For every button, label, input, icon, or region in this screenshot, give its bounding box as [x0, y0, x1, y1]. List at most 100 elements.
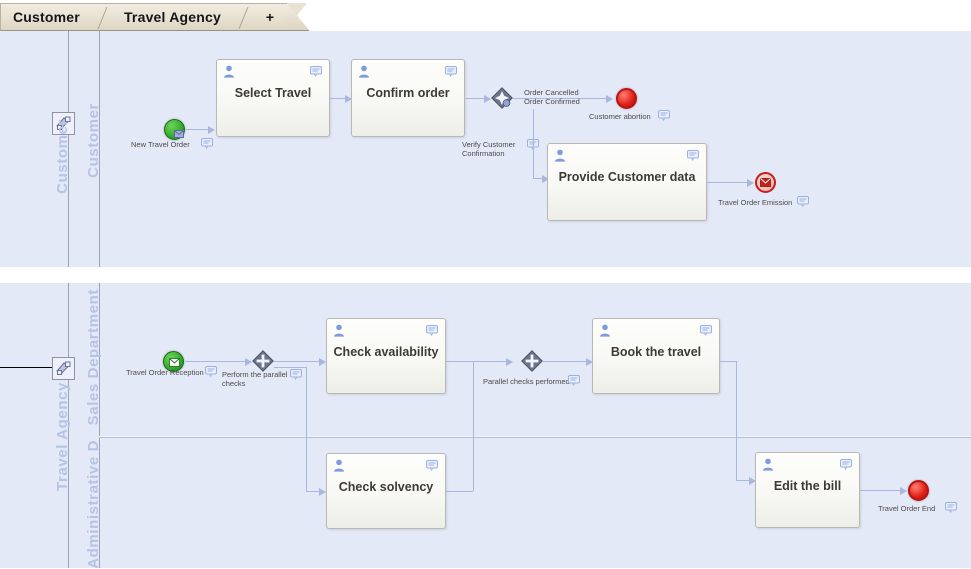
parallel-gateway-icon [521, 350, 543, 372]
message-start-marker [169, 358, 180, 367]
user-task-icon [600, 324, 610, 337]
tab-travel-agency[interactable]: Travel Agency [111, 3, 235, 31]
user-task-icon [359, 65, 369, 78]
flow-split-to-check-solvency-v [306, 367, 307, 491]
lane-administrative-department-label: Administrative D [85, 440, 102, 569]
user-task-icon [555, 149, 565, 162]
event-travel-order-emission-label: Travel Order Emission [718, 198, 793, 207]
flow-book-to-edit-v [736, 361, 737, 480]
add-tab-button[interactable]: + [252, 3, 287, 31]
gateway-parallel-checks-performed-label: Parallel checks performed [483, 377, 570, 386]
comment-icon[interactable] [568, 375, 580, 386]
task-provide-customer-data[interactable]: Provide Customer data [547, 143, 707, 221]
task-check-availability-label: Check availability [333, 345, 439, 359]
task-edit-the-bill[interactable]: Edit the bill [755, 452, 860, 528]
gateway-perform-the-parallel-checks-label: Perform the parallel checks [222, 370, 288, 389]
flow-join-to-book [543, 361, 591, 362]
message-end-marker [760, 178, 771, 187]
event-travel-order-end[interactable] [908, 480, 929, 501]
pool-icon-glyph [56, 361, 71, 375]
comment-icon[interactable] [797, 196, 809, 207]
flow-arrow [484, 95, 491, 103]
pool-customer[interactable]: Customer Customer New Travel Order Selec… [0, 31, 971, 267]
add-tab-label: + [265, 9, 275, 25]
event-travel-order-reception-label: Travel Order Reception [126, 368, 204, 377]
task-select-travel-label: Select Travel [234, 86, 312, 100]
task-select-travel[interactable]: Select Travel [216, 59, 330, 137]
event-new-travel-order-label: New Travel Order [131, 140, 190, 149]
comment-icon[interactable] [205, 366, 217, 377]
comment-icon[interactable] [658, 110, 670, 121]
task-edit-the-bill-label: Edit the bill [773, 479, 842, 493]
tab-bar: Customer Travel Agency + [0, 0, 971, 31]
comment-icon[interactable] [426, 460, 438, 471]
tab-strip-tail [286, 3, 309, 31]
comment-icon[interactable] [201, 138, 213, 149]
user-task-icon [224, 65, 234, 78]
tab-separator [93, 3, 112, 31]
event-based-gateway-icon [491, 87, 513, 109]
comment-icon[interactable] [687, 150, 699, 161]
event-customer-abortion[interactable] [616, 88, 637, 109]
comment-icon[interactable] [426, 325, 438, 336]
tab-customer[interactable]: Customer [0, 3, 94, 31]
flow-arrow [208, 126, 215, 134]
pool-travel-agency-label: Travel Agency [54, 382, 71, 491]
flow-label-order-confirmed: Order Confirmed [524, 97, 580, 106]
pool-collapse-icon[interactable] [52, 357, 75, 380]
gateway-verify-customer-confirmation[interactable] [491, 87, 513, 109]
comment-icon[interactable] [945, 502, 957, 513]
bpmn-editor: Customer Travel Agency + Customer Custom… [0, 0, 971, 569]
flow-solvency-to-join-v [473, 361, 474, 491]
comment-icon[interactable] [310, 66, 322, 77]
lane-sales-department-label: Sales Department [85, 289, 102, 426]
flow-reception-to-split [185, 361, 250, 362]
pool-customer-label: Customer [54, 119, 71, 194]
task-book-the-travel-label: Book the travel [610, 345, 702, 359]
tab-travel-agency-label: Travel Agency [123, 9, 221, 25]
flow-order-confirmed-v [533, 109, 534, 178]
tab-separator-2 [234, 3, 253, 31]
gateway-perform-the-parallel-checks[interactable] [252, 350, 274, 372]
user-task-icon [334, 324, 344, 337]
user-task-icon [763, 458, 773, 471]
flow-solvency-to-join-h [446, 491, 473, 492]
comment-icon[interactable] [700, 325, 712, 336]
lane-divider-shadow [99, 437, 971, 438]
flow-split-to-check-solvency-h1 [274, 367, 307, 368]
comment-icon[interactable] [840, 459, 852, 470]
task-book-the-travel[interactable]: Book the travel [592, 318, 720, 394]
flow-provide-to-emission [707, 182, 752, 183]
flow-arrow [747, 179, 754, 187]
flow-arrow [319, 488, 326, 496]
event-travel-order-emission[interactable] [755, 172, 776, 193]
user-task-icon [334, 459, 344, 472]
event-travel-order-end-label: Travel Order End [878, 504, 936, 513]
flow-arrow [506, 358, 513, 366]
comment-icon[interactable] [290, 369, 302, 380]
gateway-verify-customer-confirmation-label: Verify Customer Confirmation [462, 140, 516, 159]
flow-start-to-select-travel [186, 129, 210, 130]
task-confirm-order[interactable]: Confirm order [351, 59, 465, 137]
task-check-solvency-label: Check solvency [338, 480, 434, 494]
tab-customer-label: Customer [13, 9, 80, 25]
gateway-parallel-checks-performed[interactable] [521, 350, 543, 372]
pool-travel-agency[interactable]: Travel Agency Sales Department Administr… [0, 283, 971, 569]
flow-label-order-cancelled: Order Cancelled [524, 88, 579, 97]
task-check-solvency[interactable]: Check solvency [326, 453, 446, 529]
parallel-gateway-icon [252, 350, 274, 372]
flow-arrow [245, 358, 252, 366]
message-flow-incoming [0, 367, 52, 368]
flow-arrow [900, 487, 907, 495]
flow-solvency-to-join-h2 [473, 361, 511, 362]
comment-icon[interactable] [445, 66, 457, 77]
start-event-message-marker [174, 130, 184, 138]
event-customer-abortion-label: Customer abortion [589, 112, 651, 121]
task-provide-customer-data-label: Provide Customer data [558, 170, 696, 184]
flow-arrow [606, 95, 613, 103]
flow-split-to-check-availability [274, 361, 324, 362]
flow-book-to-edit-h1 [720, 361, 737, 362]
task-check-availability[interactable]: Check availability [326, 318, 446, 394]
lane-customer-label: Customer [85, 103, 102, 178]
flow-edit-to-end [860, 490, 905, 491]
